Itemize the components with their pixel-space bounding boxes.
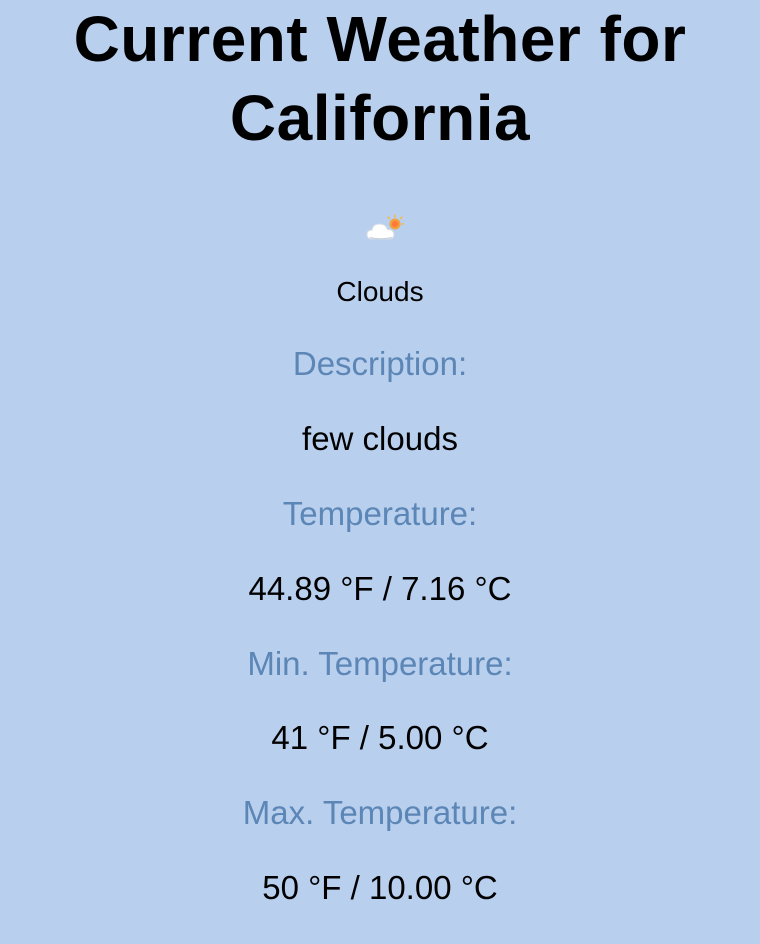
temperature-value: 44.89 °F / 7.16 °C xyxy=(248,570,512,607)
weather-page: Current Weather for California Clouds De… xyxy=(0,0,760,944)
min-temperature-value: 41 °F / 5.00 °C xyxy=(271,719,489,756)
temperature-label: Temperature: xyxy=(282,495,478,532)
title-line-2: California xyxy=(229,82,531,154)
title-line-1: Current Weather for xyxy=(73,3,687,75)
min-temperature-label: Min. Temperature: xyxy=(247,645,513,682)
max-temperature-value: 50 °F / 10.00 °C xyxy=(262,869,498,906)
page-title: Current Weather for California xyxy=(0,0,760,158)
max-temperature-label: Max. Temperature: xyxy=(242,794,518,831)
description-label: Description: xyxy=(292,345,468,382)
description-value: few clouds xyxy=(302,420,458,457)
weather-condition: Clouds xyxy=(336,276,424,307)
cloud-sun-icon xyxy=(366,214,405,244)
